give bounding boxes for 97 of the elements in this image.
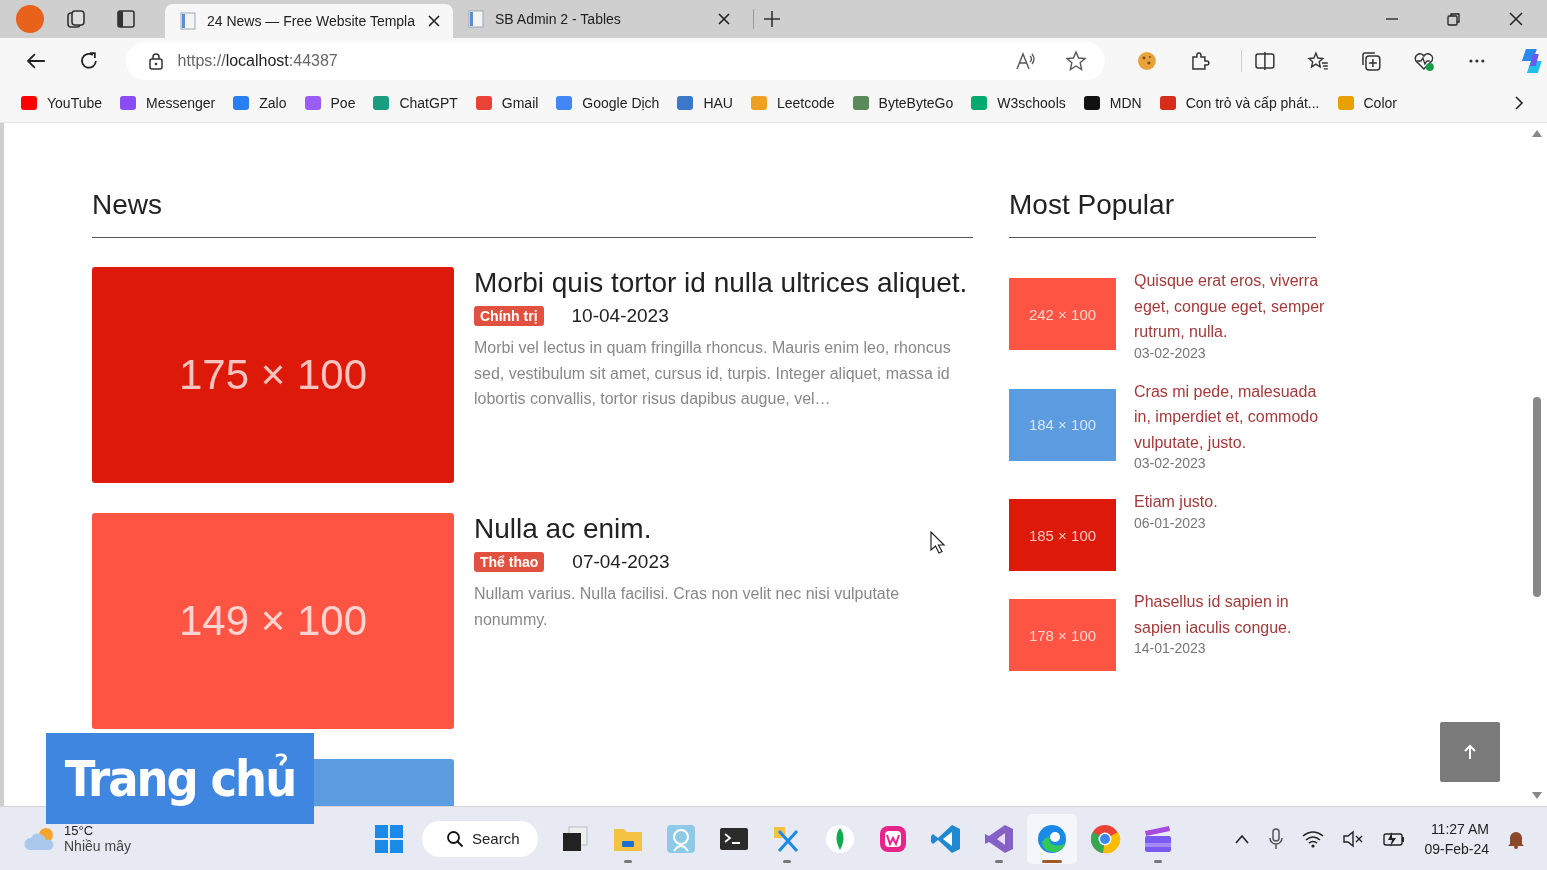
star-icon[interactable] xyxy=(1064,50,1087,72)
new-tab-icon[interactable] xyxy=(753,9,782,29)
lock-icon xyxy=(147,52,164,70)
favorites-icon[interactable] xyxy=(1307,50,1329,72)
bookmark[interactable]: W3schools xyxy=(970,94,1066,112)
popular-date: 03-02-2023 xyxy=(1134,344,1207,361)
windows-start-icon[interactable] xyxy=(374,823,404,854)
scrollbar-thumb[interactable] xyxy=(1533,397,1541,597)
category-tag[interactable]: Chính trị xyxy=(474,306,544,326)
image-size-label: 184 × 100 xyxy=(1028,416,1097,433)
bookmark[interactable]: Poe xyxy=(303,94,356,112)
tab-title: SB Admin 2 - Tables xyxy=(495,11,622,27)
address-bar[interactable]: https://localhost:44387 xyxy=(125,42,1105,80)
popular-date: 06-01-2023 xyxy=(1134,514,1207,531)
cursor-icon xyxy=(930,531,946,555)
image-size-label: 149 × 100 xyxy=(179,597,367,645)
wifi-icon[interactable] xyxy=(1302,829,1325,848)
bookmark[interactable]: Con trỏ và cấp phát... xyxy=(1158,94,1320,112)
article-title[interactable]: Morbi quis tortor id nulla ultrices aliquet. xyxy=(474,267,974,299)
article-excerpt: Morbi vel lectus in quam fringilla rhoncus. Mauris enim leo, rhoncus sed, vestibulum sit amet, cursus id, turpis. Integer aliquet, massa id lobortis convallis, tortor risus dapibus augue, vel… xyxy=(474,338,952,409)
bookmark-icon xyxy=(555,94,574,112)
bookmark[interactable]: Gmail xyxy=(474,94,539,112)
browser-tab[interactable]: SB Admin 2 - Tables xyxy=(453,0,743,38)
scroll-up-icon[interactable] xyxy=(1532,129,1542,137)
bookmark-icon xyxy=(232,94,251,112)
close-icon[interactable] xyxy=(1509,12,1523,26)
bookmark[interactable]: HAU xyxy=(676,94,733,112)
bookmark-icon xyxy=(372,94,391,112)
split-screen-icon[interactable] xyxy=(1241,50,1277,72)
bookmark-icon xyxy=(1336,94,1355,112)
leaf-icon xyxy=(824,822,856,855)
bookmark-icon xyxy=(119,94,137,112)
page-icon xyxy=(179,12,197,30)
popular-link[interactable]: Etiam justo. xyxy=(1134,489,1330,515)
image-size-label: 185 × 100 xyxy=(1028,526,1097,544)
bookmark[interactable]: YouTube xyxy=(20,94,102,112)
bookmark[interactable]: Zalo xyxy=(232,94,287,112)
section-heading: News xyxy=(92,187,973,238)
popular-link[interactable]: Quisque erat eros, viverra eget, congue eget, semper rutrum, nulla. xyxy=(1134,268,1330,345)
page-icon xyxy=(467,10,485,28)
heart-pulse-icon[interactable] xyxy=(1412,50,1435,72)
bookmark-icon xyxy=(474,94,493,112)
popular-link[interactable]: Phasellus id sapien in sapien iaculis congue. xyxy=(1134,589,1330,640)
temperature: 15°C xyxy=(64,823,95,838)
article-date: 10-04-2023 xyxy=(571,305,669,327)
popular-date: 03-02-2023 xyxy=(1134,455,1207,471)
section-heading: Most Popular xyxy=(1009,187,1316,238)
bookmark[interactable]: ChatGPT xyxy=(372,94,458,112)
weather-condition: Nhiều mây xyxy=(64,838,131,854)
bookmark[interactable]: Messenger xyxy=(119,94,216,112)
restore-icon[interactable] xyxy=(1447,12,1461,26)
bookmark-icon xyxy=(20,94,38,112)
popular-link[interactable]: Cras mi pede, malesuada in, imperdiet et, commodo vulputate, justo. xyxy=(1134,378,1330,455)
tab-actions-icon[interactable] xyxy=(115,8,137,30)
close-icon[interactable] xyxy=(717,12,731,26)
collections-icon[interactable] xyxy=(1359,50,1382,72)
cookie-icon[interactable] xyxy=(1135,50,1158,72)
bookmark-icon xyxy=(303,94,322,112)
image-size-label: 242 × 100 xyxy=(1028,305,1097,323)
video-caption: Trang chủ xyxy=(46,733,314,824)
bookmark-icon xyxy=(749,94,768,112)
article-excerpt: Nullam varius. Nulla facilisi. Cras non velit nec nisi vulputate nonummy. xyxy=(474,584,901,630)
search-icon xyxy=(446,829,464,848)
url-text: https://localhost:44387 xyxy=(177,52,338,70)
bookmark[interactable]: ByteByteGo xyxy=(851,94,954,112)
chevron-right-icon[interactable] xyxy=(1513,95,1525,111)
bookmark[interactable]: MDN xyxy=(1082,94,1142,112)
read-aloud-icon[interactable] xyxy=(1014,51,1037,71)
person-icon xyxy=(665,822,697,855)
image-size-label: 175 × 100 xyxy=(179,351,367,399)
bookmark[interactable]: Google Dịch xyxy=(555,94,660,112)
bookmark[interactable]: Leetcode xyxy=(749,94,835,112)
speaker-muted-icon[interactable] xyxy=(1342,829,1365,848)
close-icon[interactable] xyxy=(427,14,441,28)
search-field[interactable]: Search xyxy=(422,820,538,857)
code-editor-icon xyxy=(930,822,962,855)
bookmark-icon xyxy=(851,94,870,112)
microphone-icon[interactable] xyxy=(1268,827,1285,850)
bookmark[interactable]: Color xyxy=(1336,94,1397,112)
article-title[interactable]: Nulla ac enim. xyxy=(474,513,974,545)
battery-icon[interactable] xyxy=(1382,830,1407,847)
clock-time[interactable]: 11:27 AM xyxy=(1424,818,1489,839)
article-date: 07-04-2023 xyxy=(572,551,670,573)
image-size-label: 178 × 100 xyxy=(1028,626,1097,644)
clock-date[interactable]: 09-Feb-24 xyxy=(1424,838,1489,859)
scroll-down-icon[interactable] xyxy=(1532,792,1542,800)
chevron-up-icon[interactable] xyxy=(1234,833,1251,844)
workspaces-icon[interactable] xyxy=(65,8,87,30)
bookmark-icon xyxy=(1082,94,1101,112)
category-tag[interactable]: Thể thao xyxy=(474,552,545,572)
bookmark-icon xyxy=(676,94,695,112)
tab-title: 24 News — Free Website Templa xyxy=(207,13,416,29)
bookmark-icon xyxy=(1158,94,1177,112)
arrow-up-icon xyxy=(1463,744,1477,760)
bookmark-icon xyxy=(970,94,989,112)
popular-date: 14-01-2023 xyxy=(1134,640,1207,656)
browser-tab[interactable]: 24 News — Free Website Templa xyxy=(165,4,453,38)
